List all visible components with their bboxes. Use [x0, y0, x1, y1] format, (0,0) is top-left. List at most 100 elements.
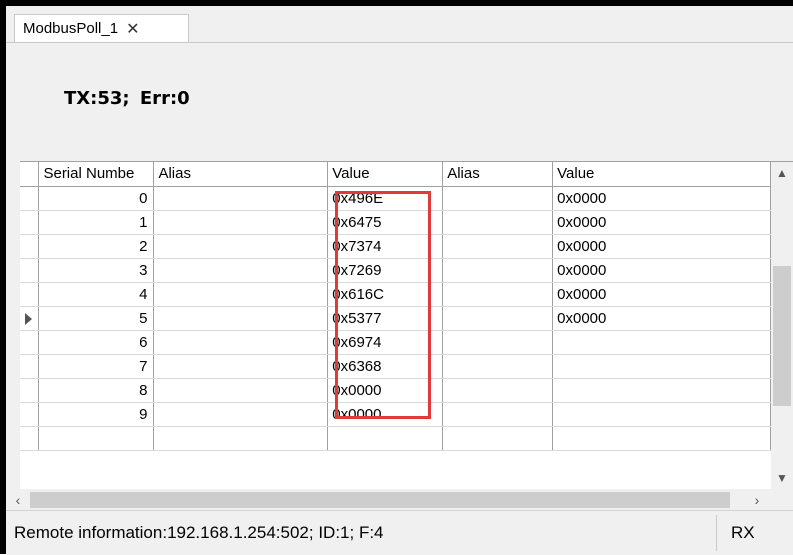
alias-cell[interactable]: [153, 330, 329, 355]
value-cell[interactable]: 0x5377: [327, 306, 444, 331]
value-cell[interactable]: 0x6368: [327, 354, 444, 379]
register-grid[interactable]: Serial Numbe Alias Value Alias Value 0 0x…: [20, 161, 793, 489]
alias-cell[interactable]: [442, 378, 554, 403]
modbus-window: ModbusPoll_1 ✕ TX:53; Err:0 Serial Numbe…: [6, 6, 793, 555]
rx-indicator: RX: [731, 523, 755, 542]
empty-cell[interactable]: [442, 426, 554, 451]
table-row[interactable]: 3 0x7269 0x0000: [20, 258, 771, 283]
serial-number-cell[interactable]: 3: [38, 258, 155, 283]
value-cell[interactable]: [552, 354, 771, 379]
serial-number-cell[interactable]: 9: [38, 402, 155, 427]
alias-cell[interactable]: [153, 234, 329, 259]
alias-cell[interactable]: [442, 258, 554, 283]
value-cell[interactable]: 0x7269: [327, 258, 444, 283]
horizontal-scroll-thumb[interactable]: [30, 492, 730, 508]
header-value-1[interactable]: Value: [327, 162, 444, 187]
alias-cell[interactable]: [153, 402, 329, 427]
serial-number-cell[interactable]: 5: [38, 306, 155, 331]
value-cell[interactable]: [552, 330, 771, 355]
alias-cell[interactable]: [442, 210, 554, 235]
row-selector[interactable]: [20, 282, 40, 307]
vertical-scroll-thumb[interactable]: [773, 266, 791, 406]
row-selector[interactable]: [20, 258, 40, 283]
grid-body: Serial Numbe Alias Value Alias Value 0 0x…: [20, 162, 771, 489]
value-cell[interactable]: 0x0000: [552, 258, 771, 283]
alias-cell[interactable]: [442, 402, 554, 427]
row-selector[interactable]: [20, 186, 40, 211]
header-alias-1[interactable]: Alias: [153, 162, 329, 187]
value-cell[interactable]: 0x0000: [552, 186, 771, 211]
horizontal-scrollbar[interactable]: ‹ ›: [6, 490, 793, 510]
alias-cell[interactable]: [442, 330, 554, 355]
table-row[interactable]: 7 0x6368: [20, 354, 771, 379]
alias-cell[interactable]: [153, 378, 329, 403]
row-selector[interactable]: [20, 234, 40, 259]
serial-number-cell[interactable]: 0: [38, 186, 155, 211]
serial-number-cell[interactable]: 1: [38, 210, 155, 235]
value-cell[interactable]: 0x0000: [552, 306, 771, 331]
table-row[interactable]: 5 0x5377 0x0000: [20, 306, 771, 331]
table-row[interactable]: [20, 426, 771, 451]
serial-number-cell[interactable]: 6: [38, 330, 155, 355]
value-cell[interactable]: 0x0000: [552, 210, 771, 235]
value-cell[interactable]: 0x6974: [327, 330, 444, 355]
alias-cell[interactable]: [153, 306, 329, 331]
value-cell[interactable]: 0x0000: [327, 378, 444, 403]
scroll-up-icon[interactable]: ▲: [771, 162, 793, 184]
value-cell[interactable]: 0x0000: [552, 234, 771, 259]
value-cell[interactable]: [552, 402, 771, 427]
scroll-right-icon[interactable]: ›: [747, 490, 767, 510]
serial-number-cell[interactable]: 4: [38, 282, 155, 307]
empty-cell[interactable]: [153, 426, 329, 451]
tab-modbuspoll[interactable]: ModbusPoll_1 ✕: [14, 14, 189, 42]
scroll-left-icon[interactable]: ‹: [8, 490, 28, 510]
serial-number-cell[interactable]: 2: [38, 234, 155, 259]
empty-cell[interactable]: [327, 426, 444, 451]
table-row[interactable]: 1 0x6475 0x0000: [20, 210, 771, 235]
alias-cell[interactable]: [442, 354, 554, 379]
row-pointer-icon: [25, 312, 32, 325]
tab-title: ModbusPoll_1: [23, 20, 119, 37]
alias-cell[interactable]: [153, 210, 329, 235]
row-selector[interactable]: [20, 426, 40, 451]
status-bar: Remote information:192.168.1.254:502; ID…: [6, 510, 793, 555]
table-row[interactable]: 0 0x496E 0x0000: [20, 186, 771, 211]
table-row[interactable]: 9 0x0000: [20, 402, 771, 427]
alias-cell[interactable]: [153, 354, 329, 379]
header-serial-number[interactable]: Serial Numbe: [38, 162, 155, 187]
scroll-down-icon[interactable]: ▼: [771, 467, 793, 489]
alias-cell[interactable]: [442, 306, 554, 331]
empty-cell[interactable]: [552, 426, 771, 451]
value-cell[interactable]: 0x0000: [552, 282, 771, 307]
row-selector[interactable]: [20, 402, 40, 427]
row-selector[interactable]: [20, 378, 40, 403]
table-row[interactable]: 2 0x7374 0x0000: [20, 234, 771, 259]
value-cell[interactable]: 0x616C: [327, 282, 444, 307]
value-cell[interactable]: [552, 378, 771, 403]
value-cell[interactable]: 0x0000: [327, 402, 444, 427]
vertical-scrollbar[interactable]: ▲ ▼: [771, 162, 793, 489]
row-selector[interactable]: [20, 330, 40, 355]
row-selector[interactable]: [20, 354, 40, 379]
table-row[interactable]: 8 0x0000: [20, 378, 771, 403]
alias-cell[interactable]: [442, 282, 554, 307]
alias-cell[interactable]: [153, 282, 329, 307]
empty-cell[interactable]: [38, 426, 155, 451]
table-row[interactable]: 6 0x6974: [20, 330, 771, 355]
tab-strip: ModbusPoll_1 ✕: [6, 6, 793, 43]
row-selector[interactable]: [20, 306, 40, 331]
serial-number-cell[interactable]: 8: [38, 378, 155, 403]
table-row[interactable]: 4 0x616C 0x0000: [20, 282, 771, 307]
header-value-2[interactable]: Value: [552, 162, 771, 187]
header-alias-2[interactable]: Alias: [442, 162, 554, 187]
value-cell[interactable]: 0x6475: [327, 210, 444, 235]
alias-cell[interactable]: [442, 234, 554, 259]
value-cell[interactable]: 0x7374: [327, 234, 444, 259]
alias-cell[interactable]: [153, 258, 329, 283]
close-icon[interactable]: ✕: [126, 19, 139, 39]
alias-cell[interactable]: [442, 186, 554, 211]
serial-number-cell[interactable]: 7: [38, 354, 155, 379]
alias-cell[interactable]: [153, 186, 329, 211]
value-cell[interactable]: 0x496E: [327, 186, 444, 211]
row-selector[interactable]: [20, 210, 40, 235]
